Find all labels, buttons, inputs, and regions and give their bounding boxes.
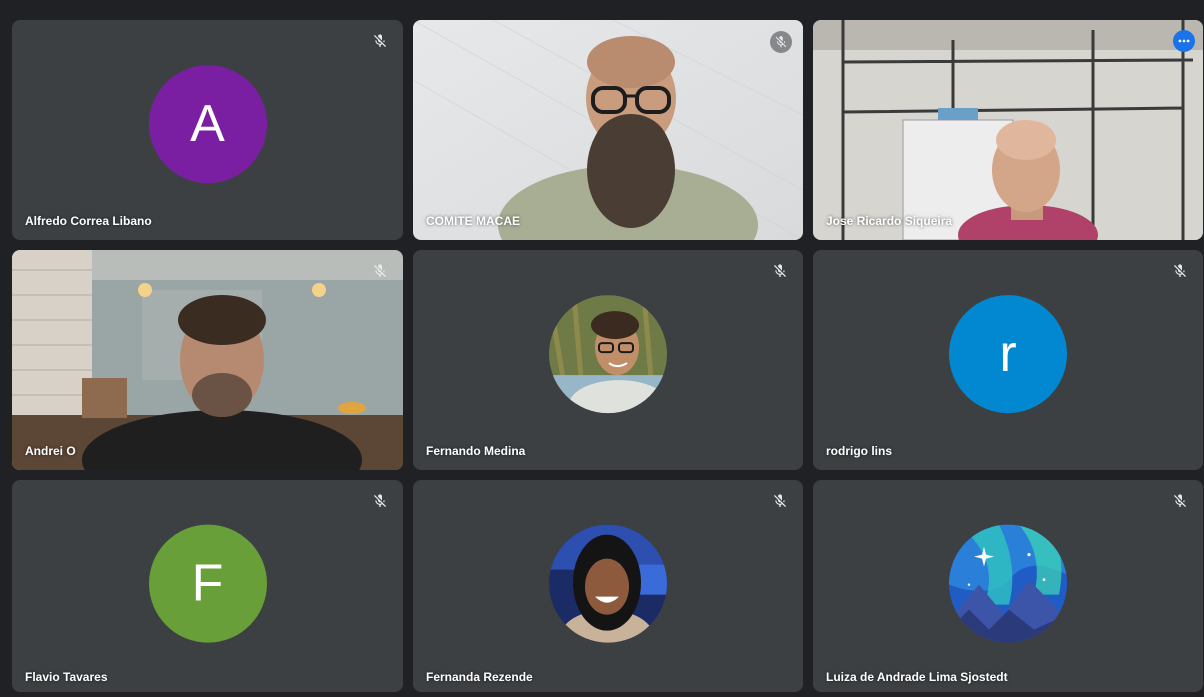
mic-off-icon [772, 263, 788, 279]
avatar [549, 295, 667, 414]
avatar [549, 524, 667, 643]
mic-off-icon [372, 493, 388, 509]
video-feed [813, 20, 1203, 240]
more-options-button[interactable] [1173, 30, 1195, 52]
avatar: A [148, 65, 267, 184]
participant-tile[interactable]: Andrei O [12, 250, 403, 470]
participant-name: COMITE MACAE [426, 214, 520, 228]
participant-tile[interactable]: Fernando Medina [413, 250, 803, 470]
more-options-icon [1178, 39, 1190, 43]
participant-tile[interactable]: Luiza de Andrade Lima Sjostedt [813, 480, 1203, 692]
participant-tile[interactable]: Jose Ricardo Siqueira [813, 20, 1203, 240]
participant-grid: A Alfredo Correa Libano COMITE MACAE Jos… [12, 20, 1203, 692]
avatar: F [148, 524, 267, 643]
video-feed [413, 20, 803, 240]
video-feed [12, 250, 403, 470]
mic-off-icon [1172, 263, 1188, 279]
participant-tile[interactable]: COMITE MACAE [413, 20, 803, 240]
mic-off-icon [770, 31, 792, 53]
participant-tile[interactable]: A Alfredo Correa Libano [12, 20, 403, 240]
participant-name: Flavio Tavares [25, 670, 108, 684]
participant-name: rodrigo lins [826, 444, 892, 458]
participant-name: Jose Ricardo Siqueira [826, 214, 953, 228]
participant-name: Fernando Medina [426, 444, 526, 458]
participant-tile[interactable]: Fernanda Rezende [413, 480, 803, 692]
avatar [949, 524, 1067, 643]
participant-tile[interactable]: F Flavio Tavares [12, 480, 403, 692]
participant-tile[interactable]: r rodrigo lins [813, 250, 1203, 470]
participant-name: Fernanda Rezende [426, 670, 533, 684]
participant-name: Alfredo Correa Libano [25, 214, 152, 228]
mic-off-icon [1172, 493, 1188, 509]
mic-off-icon [372, 263, 388, 279]
avatar: r [949, 295, 1067, 414]
mic-off-icon [772, 493, 788, 509]
participant-name: Andrei O [25, 444, 76, 458]
participant-name: Luiza de Andrade Lima Sjostedt [826, 670, 1008, 684]
mic-off-icon [372, 33, 388, 49]
